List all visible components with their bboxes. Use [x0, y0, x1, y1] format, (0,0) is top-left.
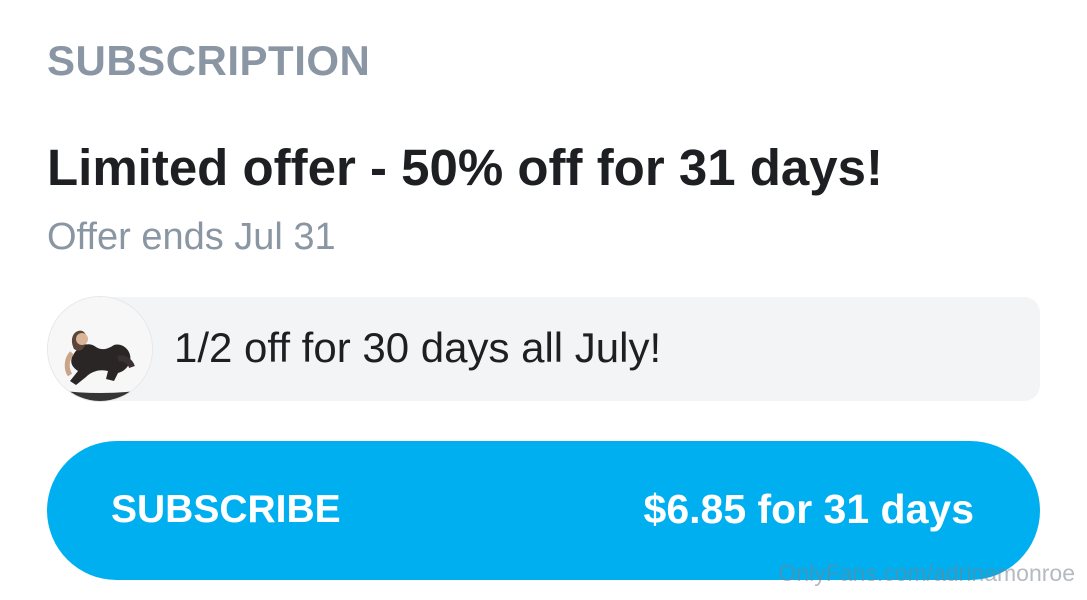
subscribe-button[interactable]: SUBSCRIBE $6.85 for 31 days [47, 441, 1040, 580]
subscription-heading: SUBSCRIPTION [47, 37, 371, 84]
offer-end-date: Offer ends Jul 31 [47, 216, 336, 258]
subscribe-button-label: SUBSCRIBE [111, 488, 341, 531]
promo-message-text: 1/2 off for 30 days all July! [174, 324, 662, 371]
subscribe-price: $6.85 for 31 days [643, 486, 974, 532]
promo-message: 1/2 off for 30 days all July! [48, 297, 1040, 401]
profile-photo-icon [48, 297, 152, 401]
offer-title: Limited offer - 50% off for 31 days! [47, 139, 883, 196]
avatar[interactable] [48, 297, 152, 401]
watermark: OnlyFans.com/adrinamonroe [778, 560, 1075, 587]
